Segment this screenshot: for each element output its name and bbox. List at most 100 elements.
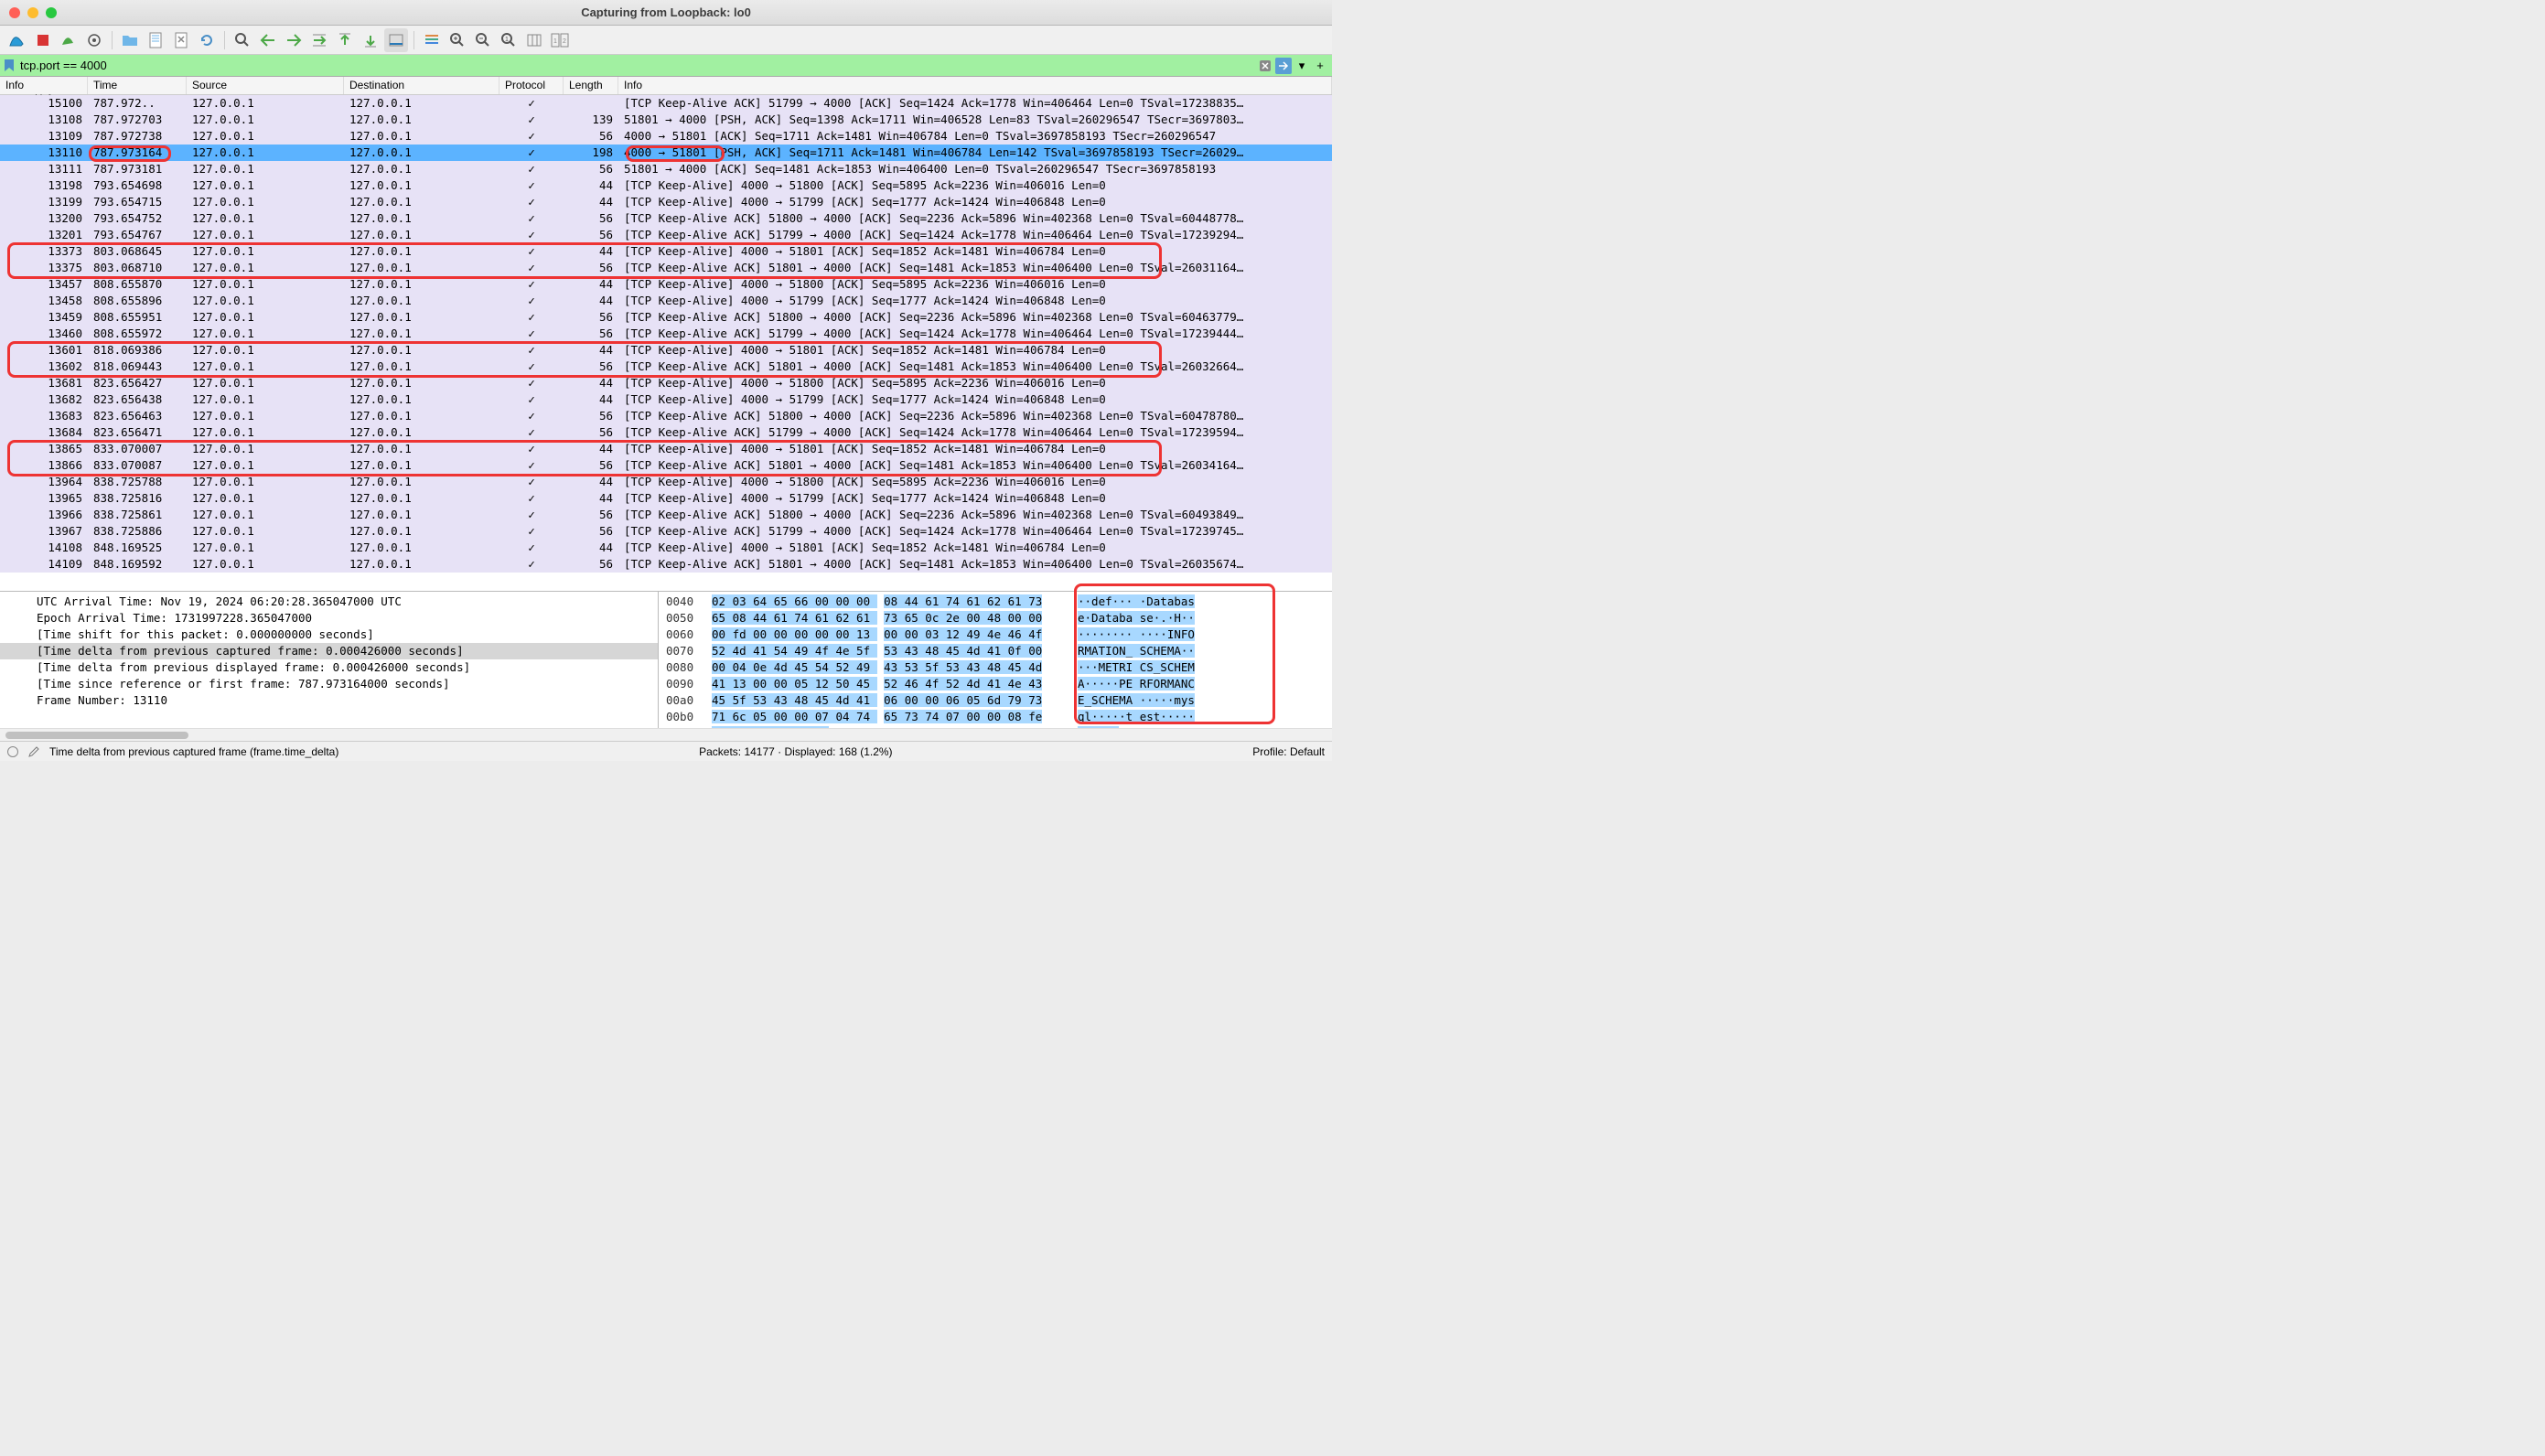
find-packet-button[interactable] <box>231 28 254 52</box>
packet-time: 823.656463 <box>88 408 187 424</box>
packet-row[interactable]: 13458808.655896127.0.0.1127.0.0.1✓44[TCP… <box>0 293 1332 309</box>
colorize-button[interactable] <box>420 28 444 52</box>
packet-destination: 127.0.0.1 <box>344 540 499 556</box>
resize-columns-button[interactable] <box>522 28 546 52</box>
packet-row[interactable]: 13109787.972738127.0.0.1127.0.0.1✓564000… <box>0 128 1332 145</box>
packet-row[interactable]: 13108787.972703127.0.0.1127.0.0.1✓139518… <box>0 112 1332 128</box>
hex-line[interactable]: 00a045 5f 53 43 48 45 4d 41 06 00 00 06 … <box>666 692 1325 709</box>
auto-scroll-button[interactable] <box>384 28 408 52</box>
hex-line[interactable]: 006000 fd 00 00 00 00 00 13 00 00 03 12 … <box>666 626 1325 643</box>
packet-row[interactable]: 13110787.973164127.0.0.1127.0.0.1✓198400… <box>0 145 1332 161</box>
apply-filter-button[interactable] <box>1275 58 1292 74</box>
shark-fin-icon[interactable] <box>5 28 29 52</box>
jump-to-packet-button[interactable] <box>307 28 331 52</box>
hex-line[interactable]: 00b071 6c 05 00 00 07 04 74 65 73 74 07 … <box>666 709 1325 725</box>
packet-row[interactable]: 13373803.068645127.0.0.1127.0.0.1✓44[TCP… <box>0 243 1332 260</box>
reload-button[interactable] <box>195 28 219 52</box>
capture-options-button[interactable] <box>82 28 106 52</box>
minimize-window-button[interactable] <box>27 7 38 18</box>
packet-row[interactable]: 13460808.655972127.0.0.1127.0.0.1✓56[TCP… <box>0 326 1332 342</box>
detail-line[interactable]: Frame Number: 13110 <box>0 692 658 709</box>
packet-row[interactable]: 14108848.169525127.0.0.1127.0.0.1✓44[TCP… <box>0 540 1332 556</box>
packet-source: 127.0.0.1 <box>187 457 344 474</box>
packet-length: 56 <box>564 161 618 177</box>
packet-row[interactable]: 13375803.068710127.0.0.1127.0.0.1✓56[TCP… <box>0 260 1332 276</box>
hex-line[interactable]: 005065 08 44 61 74 61 62 61 73 65 0c 2e … <box>666 610 1325 626</box>
packet-bytes-pane[interactable]: 004002 03 64 65 66 00 00 00 08 44 61 74 … <box>659 592 1332 728</box>
hex-line[interactable]: 00c000 00 02 00 00 00 ······ <box>666 725 1325 728</box>
clear-filter-button[interactable] <box>1257 58 1273 74</box>
layout-button[interactable]: 12 <box>548 28 572 52</box>
detail-line[interactable]: UTC Arrival Time: Nov 19, 2024 06:20:28.… <box>0 594 658 610</box>
hex-line[interactable]: 009041 13 00 00 05 12 50 45 52 46 4f 52 … <box>666 676 1325 692</box>
packet-row[interactable]: 13682823.656438127.0.0.1127.0.0.1✓44[TCP… <box>0 391 1332 408</box>
zoom-in-button[interactable] <box>446 28 469 52</box>
maximize-window-button[interactable] <box>46 7 57 18</box>
packet-row[interactable]: 13200793.654752127.0.0.1127.0.0.1✓56[TCP… <box>0 210 1332 227</box>
stop-capture-button[interactable] <box>31 28 55 52</box>
column-header-destination[interactable]: Destination <box>344 77 499 94</box>
hex-line[interactable]: 008000 04 0e 4d 45 54 52 49 43 53 5f 53 … <box>666 659 1325 676</box>
expert-info-icon[interactable] <box>7 746 18 757</box>
column-header-time[interactable]: Time <box>88 77 187 94</box>
packet-list-header: Info Time Source Destination Protocol Le… <box>0 77 1332 95</box>
detail-line[interactable]: [Time delta from previous displayed fram… <box>0 659 658 676</box>
packet-number: 13108 <box>0 112 88 128</box>
status-profile[interactable]: Profile: Default <box>1252 745 1325 758</box>
packet-row[interactable]: 13201793.654767127.0.0.1127.0.0.1✓56[TCP… <box>0 227 1332 243</box>
packet-row[interactable]: 13601818.069386127.0.0.1127.0.0.1✓44[TCP… <box>0 342 1332 359</box>
column-header-protocol[interactable]: Protocol <box>499 77 564 94</box>
packet-length: 44 <box>564 276 618 293</box>
packet-row[interactable]: 13602818.069443127.0.0.1127.0.0.1✓56[TCP… <box>0 359 1332 375</box>
hex-line[interactable]: 007052 4d 41 54 49 4f 4e 5f 53 43 48 45 … <box>666 643 1325 659</box>
column-header-source[interactable]: Source <box>187 77 344 94</box>
packet-row[interactable]: 13684823.656471127.0.0.1127.0.0.1✓56[TCP… <box>0 424 1332 441</box>
add-filter-button[interactable]: + <box>1312 58 1328 74</box>
go-first-button[interactable] <box>333 28 357 52</box>
detail-line[interactable]: [Time since reference or first frame: 78… <box>0 676 658 692</box>
go-back-button[interactable] <box>256 28 280 52</box>
detail-line[interactable]: [Time shift for this packet: 0.000000000… <box>0 626 658 643</box>
packet-source: 127.0.0.1 <box>187 260 344 276</box>
hex-line[interactable]: 004002 03 64 65 66 00 00 00 08 44 61 74 … <box>666 594 1325 610</box>
column-header-info[interactable]: Info <box>618 77 1332 94</box>
packet-details-pane[interactable]: UTC Arrival Time: Nov 19, 2024 06:20:28.… <box>0 592 659 728</box>
filter-history-button[interactable]: ▾ <box>1294 58 1310 74</box>
column-header-length[interactable]: Length <box>564 77 618 94</box>
packet-row[interactable]: 14109848.169592127.0.0.1127.0.0.1✓56[TCP… <box>0 556 1332 573</box>
packet-row[interactable]: 13965838.725816127.0.0.1127.0.0.1✓44[TCP… <box>0 490 1332 507</box>
close-file-button[interactable] <box>169 28 193 52</box>
packet-row[interactable]: 13199793.654715127.0.0.1127.0.0.1✓44[TCP… <box>0 194 1332 210</box>
display-filter-input[interactable] <box>20 59 1257 72</box>
restart-capture-button[interactable] <box>57 28 81 52</box>
go-forward-button[interactable] <box>282 28 306 52</box>
packet-row[interactable]: 13865833.070007127.0.0.1127.0.0.1✓44[TCP… <box>0 441 1332 457</box>
detail-line[interactable]: Epoch Arrival Time: 1731997228.365047000 <box>0 610 658 626</box>
packet-number: 13375 <box>0 260 88 276</box>
zoom-out-button[interactable] <box>471 28 495 52</box>
window-controls <box>9 7 57 18</box>
packet-row[interactable]: 13457808.655870127.0.0.1127.0.0.1✓44[TCP… <box>0 276 1332 293</box>
packet-row[interactable]: 13459808.655951127.0.0.1127.0.0.1✓56[TCP… <box>0 309 1332 326</box>
edit-icon[interactable] <box>27 745 40 758</box>
open-file-button[interactable] <box>118 28 142 52</box>
packet-row[interactable]: 13966838.725861127.0.0.1127.0.0.1✓56[TCP… <box>0 507 1332 523</box>
bookmark-filter-icon[interactable] <box>4 59 16 72</box>
detail-line[interactable]: [Time delta from previous captured frame… <box>0 643 658 659</box>
packet-row[interactable]: 13111787.973181127.0.0.1127.0.0.1✓565180… <box>0 161 1332 177</box>
packet-row[interactable]: 13198793.654698127.0.0.1127.0.0.1✓44[TCP… <box>0 177 1332 194</box>
column-header-number[interactable]: Info <box>0 77 88 94</box>
packet-number: 13683 <box>0 408 88 424</box>
save-file-button[interactable] <box>144 28 167 52</box>
horizontal-scrollbar[interactable] <box>0 728 1332 741</box>
packet-list[interactable]: 15100787.972..127.0.0.1127.0.0.1✓[TCP Ke… <box>0 95 1332 591</box>
packet-row[interactable]: 13967838.725886127.0.0.1127.0.0.1✓56[TCP… <box>0 523 1332 540</box>
close-window-button[interactable] <box>9 7 20 18</box>
packet-row[interactable]: 13964838.725788127.0.0.1127.0.0.1✓44[TCP… <box>0 474 1332 490</box>
packet-row[interactable]: 13681823.656427127.0.0.1127.0.0.1✓44[TCP… <box>0 375 1332 391</box>
zoom-reset-button[interactable]: 1 <box>497 28 521 52</box>
go-last-button[interactable] <box>359 28 382 52</box>
packet-row[interactable]: 15100787.972..127.0.0.1127.0.0.1✓[TCP Ke… <box>0 95 1332 112</box>
packet-row[interactable]: 13683823.656463127.0.0.1127.0.0.1✓56[TCP… <box>0 408 1332 424</box>
packet-row[interactable]: 13866833.070087127.0.0.1127.0.0.1✓56[TCP… <box>0 457 1332 474</box>
